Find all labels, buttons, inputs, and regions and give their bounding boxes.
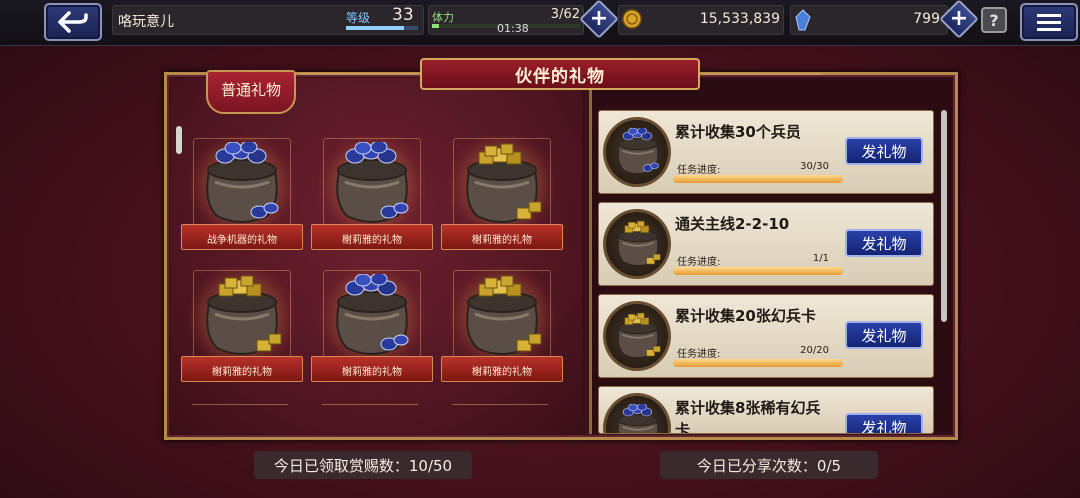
gift-label: 战争机器的礼物	[207, 235, 277, 246]
player-name: 咯玩意儿	[118, 14, 174, 30]
gift-tile[interactable]: 战争机器的礼物	[181, 136, 303, 250]
gift-tile[interactable]: 榭莉雅的礼物	[311, 136, 433, 250]
mission-title: 累计收集20张幻兵卡	[675, 307, 816, 325]
send-gift-button[interactable]: 发礼物	[845, 321, 923, 349]
mission-progress-value: 30/30	[800, 161, 829, 172]
crystal-icon	[795, 9, 811, 31]
gift-sack-icon	[612, 312, 664, 364]
level-label: 等级	[346, 11, 371, 25]
mission-gift-icon	[603, 117, 671, 187]
level-value: 33	[392, 5, 414, 25]
mission-gift-icon	[603, 393, 671, 433]
gift-label: 榭莉雅的礼物	[212, 367, 272, 378]
gold-coin-icon	[622, 9, 642, 29]
back-arrow-icon	[58, 11, 88, 33]
top-bar: 咯玩意儿 等级 33 体力 3/62 01:38 + 15,533,839 79…	[0, 0, 1080, 46]
panel-title: 伙伴的礼物	[420, 58, 700, 90]
mission-gift-icon	[603, 301, 671, 371]
gift-label: 榭莉雅的礼物	[342, 235, 402, 246]
gift-sack-icon	[612, 220, 664, 272]
exp-bar	[346, 26, 418, 30]
hamburger-menu-icon	[1037, 14, 1061, 31]
mission-card: 累计收集20张幻兵卡 任务进度: 20/20 发礼物	[598, 294, 934, 378]
send-gift-button[interactable]: 发礼物	[845, 229, 923, 257]
mission-list-scrollbar[interactable]	[941, 110, 947, 322]
shares-today-counter: 今日已分享次数：0/5	[660, 451, 878, 479]
gift-tile-partial	[322, 404, 418, 412]
gift-sack-icon	[612, 403, 664, 433]
mission-progress-value: 20/20	[800, 345, 829, 356]
plus-icon: +	[949, 6, 969, 32]
help-button[interactable]: ?	[981, 7, 1007, 33]
title-line-right	[702, 73, 822, 75]
mission-card: 通关主线2-2-10 任务进度: 1/1 发礼物	[598, 202, 934, 286]
gold-value: 15,533,839	[699, 11, 780, 27]
mission-progress-value: 1/1	[812, 253, 829, 264]
title-line-left	[300, 73, 418, 75]
stamina-timer: 01:38	[497, 22, 529, 35]
back-button[interactable]	[44, 3, 102, 41]
mission-progress-label: 任务进度:	[677, 165, 721, 176]
mission-gift-icon	[603, 209, 671, 279]
gift-tile[interactable]: 榭莉雅的礼物	[441, 136, 563, 250]
mission-title: 累计收集30个兵员	[675, 123, 801, 141]
plus-icon: +	[589, 6, 609, 32]
gift-tile[interactable]: 榭莉雅的礼物	[311, 268, 433, 382]
gift-label: 榭莉雅的礼物	[472, 367, 532, 378]
mission-title: 通关主线2-2-10	[675, 215, 790, 233]
mission-card: 累计收集8张稀有幻兵卡 发礼物	[598, 386, 934, 434]
send-gift-button[interactable]: 发礼物	[845, 137, 923, 165]
gift-tile[interactable]: 榭莉雅的礼物	[181, 268, 303, 382]
mission-progress-bar	[673, 359, 843, 367]
send-gift-button[interactable]: 发礼物	[845, 413, 923, 433]
add-stamina-button[interactable]: +	[579, 0, 619, 39]
gift-tile-partial	[192, 404, 288, 412]
gift-label: 榭莉雅的礼物	[472, 235, 532, 246]
mission-title: 累计收集8张稀有幻兵卡	[675, 399, 821, 434]
mission-progress-label: 任务进度:	[677, 257, 721, 268]
mission-progress-bar	[673, 175, 843, 183]
help-icon: ?	[989, 10, 999, 30]
stamina-value: 3/62	[550, 7, 580, 22]
menu-button[interactable]	[1020, 3, 1078, 41]
gift-tile-partial	[452, 404, 548, 412]
mission-progress-bar	[673, 267, 843, 275]
rewards-today-counter: 今日已领取赏赐数：10/50	[254, 451, 472, 479]
tab-normal-gifts[interactable]: 普通礼物	[206, 70, 296, 114]
gift-tile[interactable]: 榭莉雅的礼物	[441, 268, 563, 382]
gift-sack-icon	[612, 127, 664, 180]
gift-label: 榭莉雅的礼物	[342, 367, 402, 378]
mission-progress-label: 任务进度:	[677, 349, 721, 360]
mission-card: 累计收集30个兵员 任务进度: 30/30 发礼物	[598, 110, 934, 194]
stamina-label: 体力	[432, 11, 454, 24]
gem-value: 799	[913, 11, 940, 27]
